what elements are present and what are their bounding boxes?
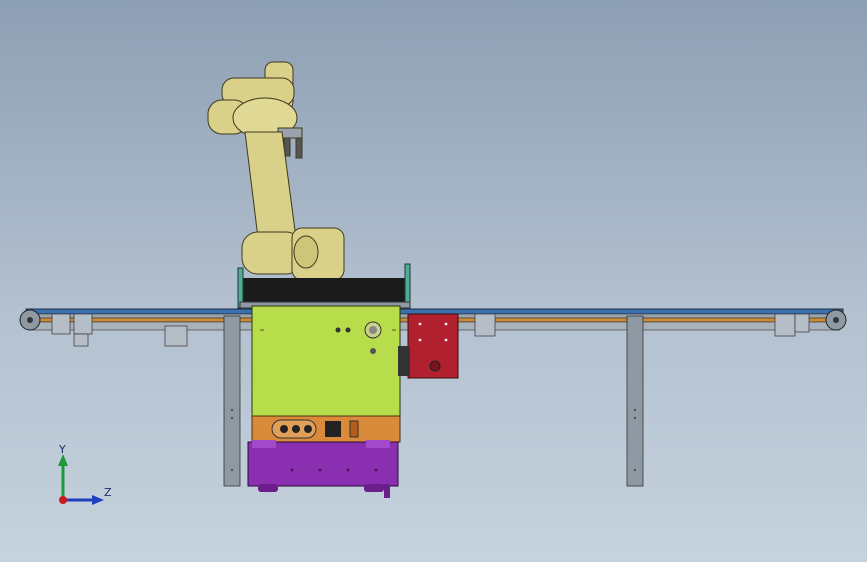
indicator-2 <box>345 327 351 333</box>
wheel-left <box>258 484 278 492</box>
interface-panel[interactable] <box>251 415 401 443</box>
indicator-1 <box>335 327 341 333</box>
guard-right <box>404 263 411 307</box>
robot-arm[interactable] <box>207 61 349 307</box>
y-axis-label: Y <box>59 443 66 456</box>
coordinate-triad <box>58 454 104 505</box>
mobile-base[interactable] <box>247 440 399 498</box>
cabinet-body <box>251 305 401 417</box>
leg-right <box>626 315 644 487</box>
connector-2 <box>292 425 300 433</box>
cad-viewport[interactable]: Y Z <box>0 0 867 562</box>
conveyor-belt-top <box>25 308 844 315</box>
connector-3 <box>304 425 312 433</box>
top-tray <box>240 278 410 302</box>
base-joint-cap <box>293 235 319 269</box>
leg-left <box>223 315 241 487</box>
key-switch <box>370 348 376 354</box>
cad-model-scene[interactable] <box>0 0 867 562</box>
port-square <box>325 421 341 437</box>
connector-1 <box>280 425 288 433</box>
wheel-right <box>364 484 384 492</box>
z-axis-label: Z <box>104 486 112 499</box>
x-axis-dot <box>59 496 67 504</box>
bumper-tab <box>384 484 390 498</box>
control-cabinet[interactable] <box>251 305 401 417</box>
